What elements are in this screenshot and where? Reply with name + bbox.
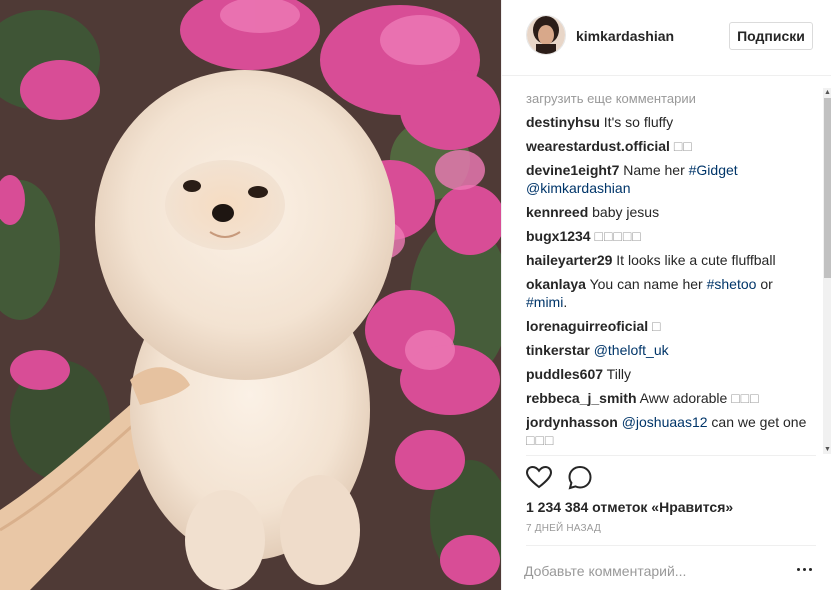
comment-text: baby jesus	[592, 204, 660, 220]
comments-scrollbar[interactable]: ▲ ▼	[823, 88, 831, 454]
comment-username[interactable]: devine1eight7	[526, 162, 619, 178]
likes-count[interactable]: 1 234 384 отметок «Нравится»	[526, 499, 733, 515]
hashtag-link[interactable]: #mimi	[526, 294, 563, 310]
post-photo	[0, 0, 501, 590]
comment-text: can we get one	[711, 414, 807, 430]
comment-text: □□	[673, 138, 693, 154]
comment-username[interactable]: wearestardust.official	[526, 138, 670, 154]
comment-text: □□□□□	[594, 228, 642, 244]
follow-button[interactable]: Подписки	[729, 22, 813, 50]
scroll-up-arrow-icon[interactable]: ▲	[823, 88, 831, 97]
more-options-icon[interactable]	[796, 563, 814, 577]
divider	[526, 455, 816, 456]
comment-text: or	[760, 276, 773, 292]
comment-text: It's so fluffy	[603, 114, 674, 130]
comment-text: Name her	[623, 162, 685, 178]
list-item: okanlaya You can name her #shetoo or #mi…	[526, 275, 816, 311]
comment-emoji: □□□	[526, 432, 555, 448]
heart-icon[interactable]	[525, 465, 553, 491]
comment-username[interactable]: jordynhasson	[526, 414, 618, 430]
post-details-panel: kimkardashian Подписки загрузить еще ком…	[501, 0, 831, 590]
comment-text: .	[563, 294, 568, 310]
comment-emoji: □□□	[731, 390, 760, 406]
load-more-comments-link[interactable]: загрузить еще комментарии	[526, 90, 816, 108]
comments-list: загрузить еще комментарии destinyhsu It'…	[526, 88, 816, 452]
mention-link[interactable]: @theloft_uk	[594, 342, 669, 358]
comment-username[interactable]: lorenaguirreoficial	[526, 318, 648, 334]
list-item: bugx1234 □□□□□	[526, 227, 816, 245]
list-item: devine1eight7 Name her #Gidget @kimkarda…	[526, 161, 816, 197]
hashtag-link[interactable]: #shetoo	[707, 276, 757, 292]
list-item: lorenaguirreoficial □	[526, 317, 816, 335]
comment-username[interactable]: tinkerstar	[526, 342, 590, 358]
comment-username[interactable]: bugx1234	[526, 228, 591, 244]
comment-username[interactable]: rebbeca_j_smith	[526, 390, 637, 406]
scroll-thumb[interactable]	[824, 98, 831, 278]
scroll-down-arrow-icon[interactable]: ▼	[823, 445, 831, 454]
comment-text: You can name her	[589, 276, 703, 292]
mention-link[interactable]: @joshuaas12	[622, 414, 708, 430]
divider	[526, 545, 816, 546]
mention-link[interactable]: @kimkardashian	[526, 180, 630, 196]
comment-username[interactable]: puddles607	[526, 366, 603, 382]
username-link[interactable]: kimkardashian	[576, 28, 674, 44]
list-item: puddles607 Tilly	[526, 365, 816, 383]
list-item: jordynhasson @joshuaas12 can we get one …	[526, 413, 816, 449]
comment-username[interactable]: haileyarter29	[526, 252, 612, 268]
comment-username[interactable]: destinyhsu	[526, 114, 600, 130]
comment-text: □	[652, 318, 662, 334]
comment-text: Aww adorable	[639, 390, 728, 406]
post-header: kimkardashian Подписки	[502, 0, 831, 76]
comment-text: Tilly	[606, 366, 632, 382]
list-item: rebbeca_j_smith Aww adorable □□□	[526, 389, 816, 407]
list-item: wearestardust.official □□	[526, 137, 816, 155]
list-item: kennreed baby jesus	[526, 203, 816, 221]
hashtag-link[interactable]: #Gidget	[689, 162, 738, 178]
list-item: tinkerstar @theloft_uk	[526, 341, 816, 359]
comment-bubble-icon[interactable]	[567, 465, 593, 491]
list-item: destinyhsu It's so fluffy	[526, 113, 816, 131]
comment-username[interactable]: kennreed	[526, 204, 588, 220]
comment-username[interactable]: okanlaya	[526, 276, 586, 292]
comment-text: It looks like a cute fluffball	[616, 252, 776, 268]
avatar[interactable]	[526, 15, 566, 55]
post-timestamp[interactable]: 7 ДНЕЙ НАЗАД	[526, 523, 601, 534]
list-item: haileyarter29 It looks like a cute fluff…	[526, 251, 816, 269]
add-comment-input[interactable]	[524, 561, 774, 581]
